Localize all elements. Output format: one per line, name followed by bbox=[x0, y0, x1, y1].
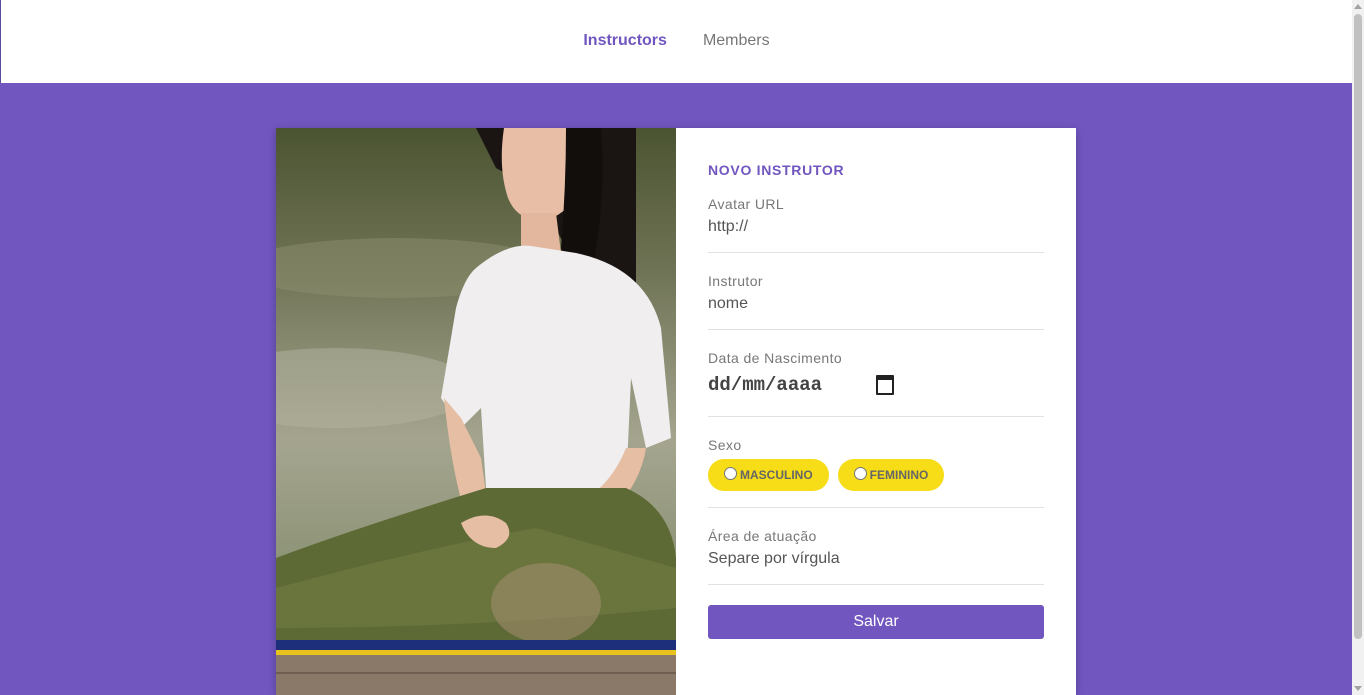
form-title: NOVO INSTRUTOR bbox=[708, 162, 845, 178]
calendar-icon[interactable] bbox=[876, 375, 894, 395]
birth-date-input[interactable]: dd/mm/aaaa bbox=[708, 372, 894, 398]
name-label: Instrutor bbox=[708, 273, 763, 289]
services-label: Área de atuação bbox=[708, 528, 817, 544]
scroll-up-icon[interactable] bbox=[1354, 4, 1362, 9]
birth-field: Data de Nascimento dd/mm/aaaa bbox=[708, 350, 1044, 417]
gender-radio-group: MASCULINO FEMININO bbox=[708, 459, 1044, 491]
birth-date-value: dd/mm/aaaa bbox=[708, 374, 823, 396]
gender-label: Sexo bbox=[708, 437, 742, 453]
name-input[interactable] bbox=[708, 295, 1044, 313]
name-field: Instrutor bbox=[708, 273, 1044, 330]
avatar-label: Avatar URL bbox=[708, 196, 785, 212]
page-scrollbar[interactable] bbox=[1352, 0, 1364, 695]
gender-option-feminino[interactable]: FEMININO bbox=[837, 459, 945, 491]
nav-members-link[interactable]: Members bbox=[703, 32, 770, 50]
services-field: Área de atuação bbox=[708, 528, 1044, 585]
instructor-photo bbox=[276, 128, 676, 695]
avatar-field: Avatar URL bbox=[708, 196, 1044, 253]
gender-option-masculino[interactable]: MASCULINO bbox=[708, 459, 829, 491]
gender-option-label: MASCULINO bbox=[740, 468, 813, 482]
services-input[interactable] bbox=[708, 550, 1044, 568]
radio-masculino[interactable] bbox=[724, 466, 737, 480]
save-button[interactable]: Salvar bbox=[708, 605, 1044, 639]
scroll-down-icon[interactable] bbox=[1354, 686, 1362, 691]
birth-label: Data de Nascimento bbox=[708, 350, 843, 366]
avatar-url-input[interactable] bbox=[708, 218, 1044, 236]
gender-option-label: FEMININO bbox=[869, 468, 929, 482]
nav-instructors-link[interactable]: Instructors bbox=[583, 32, 667, 50]
instructor-form: NOVO INSTRUTOR Avatar URL Instrutor Data… bbox=[676, 128, 1076, 695]
radio-feminino[interactable] bbox=[853, 466, 867, 480]
instructor-card: NOVO INSTRUTOR Avatar URL Instrutor Data… bbox=[276, 128, 1076, 695]
scrollbar-thumb[interactable] bbox=[1354, 14, 1362, 639]
top-nav: Instructors Members bbox=[0, 0, 1352, 83]
gender-field: Sexo MASCULINO FEMININO bbox=[708, 437, 1044, 508]
